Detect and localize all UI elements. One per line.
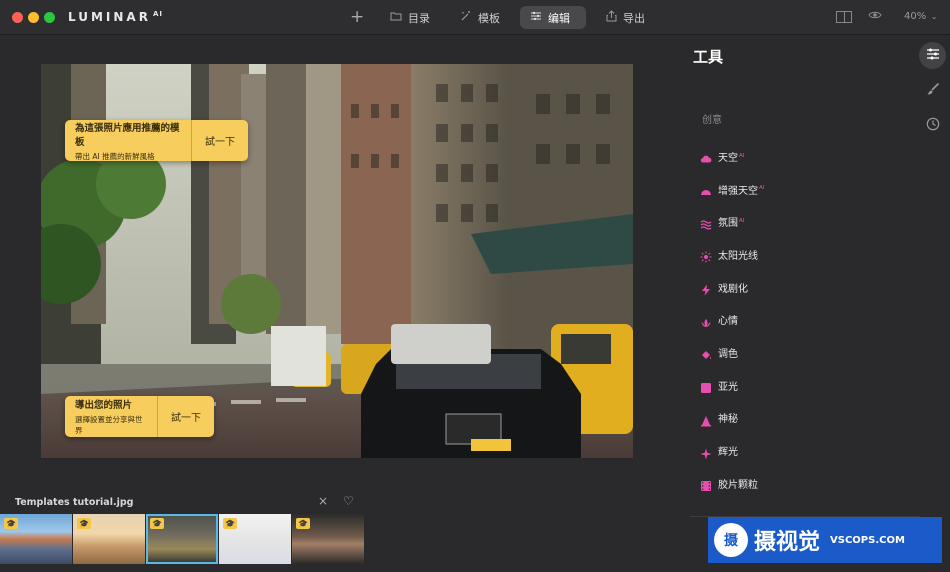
graduation-cap-icon: 🎓	[150, 518, 164, 529]
tool-label: 亚光	[718, 381, 738, 393]
waves-icon	[700, 216, 712, 230]
watermark-logo: 摄	[714, 523, 748, 557]
graduation-cap-icon: 🎓	[296, 518, 310, 529]
tool-film-grain[interactable]: 胶片颗粒	[700, 467, 764, 500]
tool-label: 辉光	[718, 447, 738, 459]
tool-label: 氛围AI	[718, 217, 745, 230]
templates-tab-label: 模板	[478, 11, 500, 25]
adjustments-button[interactable]	[919, 42, 946, 69]
filmstrip: 🎓 🎓 🎓 🎓 🎓	[0, 514, 365, 564]
tool-atmosphere[interactable]: 氛围AI	[700, 205, 764, 238]
export-tip-title: 導出您的照片	[75, 400, 133, 411]
cloud-icon	[700, 150, 712, 163]
film-icon	[700, 477, 712, 492]
tool-label: 戏剧化	[718, 283, 748, 295]
template-tip-try-button[interactable]: 試一下	[192, 120, 248, 161]
graduation-cap-icon: 🎓	[77, 518, 91, 529]
watermark-text: 摄视觉	[754, 530, 821, 555]
square-icon	[700, 379, 712, 394]
panel-side-icons	[919, 42, 946, 147]
tool-glow[interactable]: 辉光	[700, 434, 764, 467]
chevron-down-icon: ⌄	[928, 12, 938, 21]
export-tab-label: 导出	[623, 11, 645, 25]
export-tip-subtitle: 選擇設置並分享與世界	[75, 415, 143, 435]
zoom-value: 40%	[904, 11, 927, 22]
thumbnail-portrait-woman[interactable]: 🎓	[292, 514, 364, 564]
close-icon[interactable]: ×	[318, 494, 328, 508]
watermark-banner: 摄 摄视觉 VSCOPS.COM	[708, 517, 942, 563]
brush-icon	[926, 82, 940, 100]
template-tip-body: 為這張照片應用推薦的模板 帶出 AI 推薦的新鮮風格	[65, 120, 192, 161]
panel-title: 工具	[693, 48, 724, 66]
minimize-window-button[interactable]	[28, 12, 39, 23]
plus-icon: +	[350, 7, 365, 27]
export-tip: 導出您的照片 選擇設置並分享與世界 試一下	[65, 396, 214, 437]
template-tip-title: 為這張照片應用推薦的模板	[75, 122, 180, 148]
graduation-cap-icon: 🎓	[4, 518, 18, 529]
edit-tab-label: 编辑	[548, 11, 570, 25]
thumbnail-woman-white[interactable]: 🎓	[219, 514, 291, 564]
add-photos-button[interactable]: +	[350, 7, 364, 27]
sliders-icon	[926, 48, 940, 64]
tools-list: 天空AI 增强天空AI 氛围AI 太阳光线 戏剧化 心情 调色 亚光 神秘 辉光…	[700, 140, 764, 500]
lightning-icon	[700, 281, 712, 296]
sparkle-icon	[700, 445, 712, 460]
magic-wand-icon	[460, 10, 472, 25]
watermark-url: VSCOPS.COM	[830, 534, 905, 546]
image-canvas: 為這張照片應用推薦的模板 帶出 AI 推薦的新鮮風格 試一下 導出您的照片 選擇…	[0, 36, 675, 490]
half-dome-icon	[700, 183, 712, 196]
tool-matte[interactable]: 亚光	[700, 369, 764, 402]
catalog-tab-label: 目录	[408, 11, 430, 25]
tool-mystical[interactable]: 神秘	[700, 402, 764, 435]
sun-icon	[700, 248, 712, 263]
history-icon	[926, 117, 940, 135]
eye-icon[interactable]	[868, 9, 882, 24]
tool-label: 神秘	[718, 414, 738, 426]
template-tip-subtitle: 帶出 AI 推薦的新鮮風格	[75, 151, 155, 161]
history-button[interactable]	[919, 112, 946, 139]
tool-label: 心情	[718, 316, 738, 328]
share-icon	[606, 10, 617, 25]
template-tip: 為這張照片應用推薦的模板 帶出 AI 推薦的新鮮風格 試一下	[65, 120, 248, 161]
edit-tab[interactable]: 编辑	[520, 6, 586, 29]
catalog-tab[interactable]: 目录	[380, 6, 440, 29]
graduation-cap-icon: 🎓	[223, 518, 237, 529]
app-logo: LUMINAR AI	[68, 10, 163, 24]
tool-sunrays[interactable]: 太阳光线	[700, 238, 764, 271]
filmstrip-filename: Templates tutorial.jpg	[15, 497, 134, 508]
zoom-window-button[interactable]	[44, 12, 55, 23]
close-window-button[interactable]	[12, 12, 23, 23]
tool-label: 增强天空AI	[718, 185, 765, 197]
tool-mood[interactable]: 心情	[700, 303, 764, 336]
tool-color-styles[interactable]: 调色	[700, 336, 764, 369]
zoom-dropdown[interactable]: 40% ⌄	[904, 11, 937, 22]
templates-tab[interactable]: 模板	[450, 6, 510, 29]
tool-sky[interactable]: 天空AI	[700, 140, 764, 173]
thumbnail-beach-sunset[interactable]: 🎓	[73, 514, 145, 564]
sliders-icon	[530, 11, 542, 24]
compare-icon[interactable]	[836, 11, 852, 23]
folder-icon	[390, 11, 402, 24]
tool-label: 太阳光线	[718, 250, 758, 262]
tool-label: 调色	[718, 348, 738, 360]
thumbnail-city-street[interactable]: 🎓	[146, 514, 218, 564]
tools-panel: 工具 创意 天空AI 增强天空AI 氛围AI 太阳光线 戏剧化 心情 调色 亚光…	[676, 36, 950, 572]
title-bar: LUMINAR AI + 目录 模板 编辑 导出 40% ⌄	[0, 0, 950, 35]
export-tip-try-button[interactable]: 試一下	[158, 396, 214, 437]
tool-label: 天空AI	[718, 152, 745, 164]
paint-bucket-icon	[700, 346, 712, 360]
export-tab[interactable]: 导出	[596, 6, 655, 29]
tool-augmented-sky[interactable]: 增强天空AI	[700, 173, 764, 206]
section-heading-creative: 创意	[702, 115, 722, 126]
brush-button[interactable]	[919, 77, 946, 104]
tool-dramatic[interactable]: 戏剧化	[700, 271, 764, 304]
tool-label: 胶片颗粒	[718, 479, 758, 491]
export-tip-body: 導出您的照片 選擇設置並分享與世界	[65, 396, 158, 437]
heart-icon[interactable]: ♡	[343, 494, 354, 508]
thumbnail-harbor-houses[interactable]: 🎓	[0, 514, 72, 564]
lotus-icon	[700, 314, 712, 327]
cone-icon	[700, 412, 712, 427]
